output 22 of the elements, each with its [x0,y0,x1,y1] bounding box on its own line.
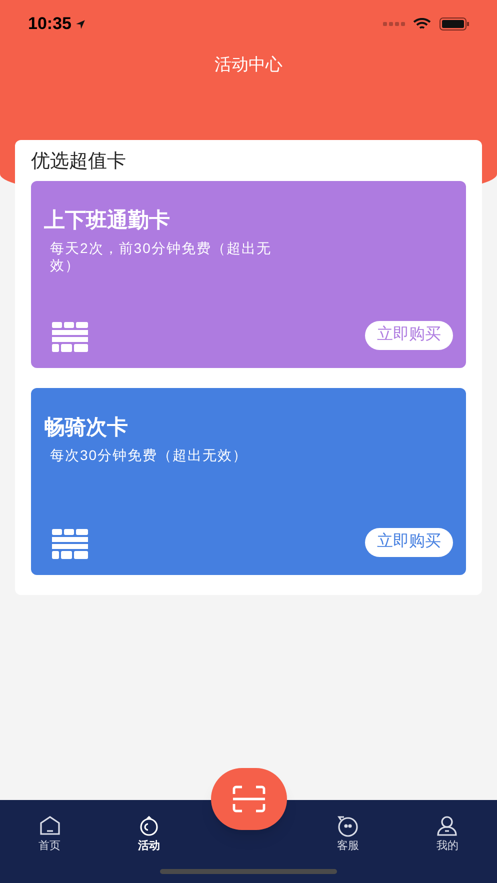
card-icon [52,528,88,558]
wifi-icon [413,18,431,30]
scan-icon [232,785,266,813]
nav-tab[interactable]: 我的 [398,814,497,854]
battery-icon [439,17,469,31]
nav-tab[interactable]: 活动 [99,814,199,854]
status-time: 10:35 [28,13,72,36]
chat-face-icon [336,814,360,838]
signal-icon [383,21,405,27]
page-title: 活动中心 [214,54,282,76]
home-icon [38,814,62,838]
buy-button[interactable]: 立即购买 [365,528,453,556]
card-title: 上下班通勤卡 [44,208,171,234]
card-icon [52,322,88,352]
nav-tab[interactable]: 客服 [298,814,398,854]
card-description: 每天2次，前30分钟免费（超出无效） [49,240,272,274]
section-title: 优选超值卡 [31,150,127,174]
location-arrow-icon [75,18,86,30]
user-icon [435,814,460,838]
card-description: 每次30分钟免费（超出无效） [49,447,249,464]
card-title: 畅骑次卡 [44,414,129,440]
nav-tab[interactable]: 首页 [0,814,100,854]
